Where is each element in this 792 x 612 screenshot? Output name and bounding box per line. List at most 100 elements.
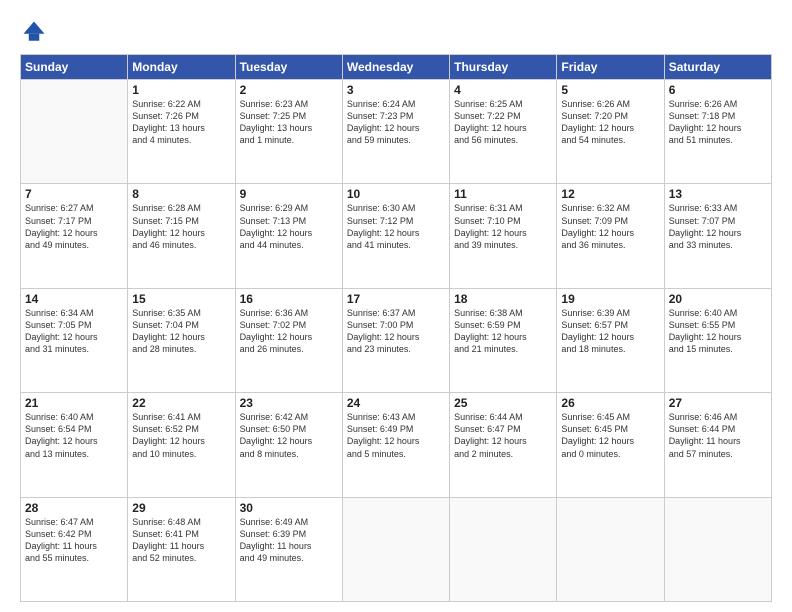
calendar-cell: 9Sunrise: 6:29 AM Sunset: 7:13 PM Daylig…: [235, 184, 342, 288]
day-number: 16: [240, 292, 338, 306]
day-number: 19: [561, 292, 659, 306]
calendar-header: SundayMondayTuesdayWednesdayThursdayFrid…: [21, 55, 772, 80]
calendar-table: SundayMondayTuesdayWednesdayThursdayFrid…: [20, 54, 772, 602]
calendar-cell: [21, 80, 128, 184]
header-row: SundayMondayTuesdayWednesdayThursdayFrid…: [21, 55, 772, 80]
day-info: Sunrise: 6:40 AM Sunset: 6:55 PM Dayligh…: [669, 307, 767, 356]
day-info: Sunrise: 6:34 AM Sunset: 7:05 PM Dayligh…: [25, 307, 123, 356]
day-info: Sunrise: 6:45 AM Sunset: 6:45 PM Dayligh…: [561, 411, 659, 460]
day-info: Sunrise: 6:23 AM Sunset: 7:25 PM Dayligh…: [240, 98, 338, 147]
day-number: 4: [454, 83, 552, 97]
day-info: Sunrise: 6:22 AM Sunset: 7:26 PM Dayligh…: [132, 98, 230, 147]
calendar-cell: 12Sunrise: 6:32 AM Sunset: 7:09 PM Dayli…: [557, 184, 664, 288]
day-info: Sunrise: 6:24 AM Sunset: 7:23 PM Dayligh…: [347, 98, 445, 147]
calendar-cell: 29Sunrise: 6:48 AM Sunset: 6:41 PM Dayli…: [128, 497, 235, 601]
calendar-cell: 3Sunrise: 6:24 AM Sunset: 7:23 PM Daylig…: [342, 80, 449, 184]
calendar-cell: 2Sunrise: 6:23 AM Sunset: 7:25 PM Daylig…: [235, 80, 342, 184]
calendar-cell: 16Sunrise: 6:36 AM Sunset: 7:02 PM Dayli…: [235, 288, 342, 392]
day-number: 25: [454, 396, 552, 410]
calendar-cell: 27Sunrise: 6:46 AM Sunset: 6:44 PM Dayli…: [664, 393, 771, 497]
header: [20, 18, 772, 46]
day-number: 17: [347, 292, 445, 306]
calendar-cell: 28Sunrise: 6:47 AM Sunset: 6:42 PM Dayli…: [21, 497, 128, 601]
day-info: Sunrise: 6:42 AM Sunset: 6:50 PM Dayligh…: [240, 411, 338, 460]
day-info: Sunrise: 6:41 AM Sunset: 6:52 PM Dayligh…: [132, 411, 230, 460]
calendar-cell: 4Sunrise: 6:25 AM Sunset: 7:22 PM Daylig…: [450, 80, 557, 184]
day-number: 2: [240, 83, 338, 97]
day-info: Sunrise: 6:29 AM Sunset: 7:13 PM Dayligh…: [240, 202, 338, 251]
logo-icon: [20, 18, 48, 46]
day-info: Sunrise: 6:25 AM Sunset: 7:22 PM Dayligh…: [454, 98, 552, 147]
day-info: Sunrise: 6:36 AM Sunset: 7:02 PM Dayligh…: [240, 307, 338, 356]
day-number: 21: [25, 396, 123, 410]
day-info: Sunrise: 6:47 AM Sunset: 6:42 PM Dayligh…: [25, 516, 123, 565]
header-day: Saturday: [664, 55, 771, 80]
calendar-cell: 25Sunrise: 6:44 AM Sunset: 6:47 PM Dayli…: [450, 393, 557, 497]
day-number: 23: [240, 396, 338, 410]
page: SundayMondayTuesdayWednesdayThursdayFrid…: [0, 0, 792, 612]
day-info: Sunrise: 6:30 AM Sunset: 7:12 PM Dayligh…: [347, 202, 445, 251]
calendar-cell: 23Sunrise: 6:42 AM Sunset: 6:50 PM Dayli…: [235, 393, 342, 497]
day-number: 9: [240, 187, 338, 201]
calendar-cell: 18Sunrise: 6:38 AM Sunset: 6:59 PM Dayli…: [450, 288, 557, 392]
calendar-cell: 7Sunrise: 6:27 AM Sunset: 7:17 PM Daylig…: [21, 184, 128, 288]
header-day: Tuesday: [235, 55, 342, 80]
day-info: Sunrise: 6:46 AM Sunset: 6:44 PM Dayligh…: [669, 411, 767, 460]
calendar-cell: [664, 497, 771, 601]
day-number: 20: [669, 292, 767, 306]
calendar-cell: 14Sunrise: 6:34 AM Sunset: 7:05 PM Dayli…: [21, 288, 128, 392]
calendar-week: 28Sunrise: 6:47 AM Sunset: 6:42 PM Dayli…: [21, 497, 772, 601]
day-number: 13: [669, 187, 767, 201]
calendar-body: 1Sunrise: 6:22 AM Sunset: 7:26 PM Daylig…: [21, 80, 772, 602]
day-info: Sunrise: 6:39 AM Sunset: 6:57 PM Dayligh…: [561, 307, 659, 356]
calendar-cell: [557, 497, 664, 601]
header-day: Wednesday: [342, 55, 449, 80]
day-info: Sunrise: 6:33 AM Sunset: 7:07 PM Dayligh…: [669, 202, 767, 251]
day-number: 12: [561, 187, 659, 201]
day-number: 22: [132, 396, 230, 410]
calendar-cell: 5Sunrise: 6:26 AM Sunset: 7:20 PM Daylig…: [557, 80, 664, 184]
day-number: 8: [132, 187, 230, 201]
header-day: Sunday: [21, 55, 128, 80]
calendar-cell: 21Sunrise: 6:40 AM Sunset: 6:54 PM Dayli…: [21, 393, 128, 497]
day-info: Sunrise: 6:37 AM Sunset: 7:00 PM Dayligh…: [347, 307, 445, 356]
day-number: 6: [669, 83, 767, 97]
calendar-cell: 11Sunrise: 6:31 AM Sunset: 7:10 PM Dayli…: [450, 184, 557, 288]
day-number: 11: [454, 187, 552, 201]
day-number: 1: [132, 83, 230, 97]
day-info: Sunrise: 6:49 AM Sunset: 6:39 PM Dayligh…: [240, 516, 338, 565]
header-day: Friday: [557, 55, 664, 80]
calendar-cell: 24Sunrise: 6:43 AM Sunset: 6:49 PM Dayli…: [342, 393, 449, 497]
day-info: Sunrise: 6:38 AM Sunset: 6:59 PM Dayligh…: [454, 307, 552, 356]
day-number: 24: [347, 396, 445, 410]
day-number: 28: [25, 501, 123, 515]
calendar-cell: 20Sunrise: 6:40 AM Sunset: 6:55 PM Dayli…: [664, 288, 771, 392]
day-number: 26: [561, 396, 659, 410]
day-info: Sunrise: 6:27 AM Sunset: 7:17 PM Dayligh…: [25, 202, 123, 251]
day-number: 14: [25, 292, 123, 306]
day-number: 5: [561, 83, 659, 97]
calendar-cell: [342, 497, 449, 601]
day-info: Sunrise: 6:28 AM Sunset: 7:15 PM Dayligh…: [132, 202, 230, 251]
day-info: Sunrise: 6:43 AM Sunset: 6:49 PM Dayligh…: [347, 411, 445, 460]
day-info: Sunrise: 6:26 AM Sunset: 7:18 PM Dayligh…: [669, 98, 767, 147]
calendar-week: 21Sunrise: 6:40 AM Sunset: 6:54 PM Dayli…: [21, 393, 772, 497]
calendar-cell: 17Sunrise: 6:37 AM Sunset: 7:00 PM Dayli…: [342, 288, 449, 392]
calendar-cell: 15Sunrise: 6:35 AM Sunset: 7:04 PM Dayli…: [128, 288, 235, 392]
day-info: Sunrise: 6:40 AM Sunset: 6:54 PM Dayligh…: [25, 411, 123, 460]
day-number: 30: [240, 501, 338, 515]
calendar-cell: 26Sunrise: 6:45 AM Sunset: 6:45 PM Dayli…: [557, 393, 664, 497]
day-number: 3: [347, 83, 445, 97]
day-number: 7: [25, 187, 123, 201]
calendar-week: 14Sunrise: 6:34 AM Sunset: 7:05 PM Dayli…: [21, 288, 772, 392]
day-info: Sunrise: 6:32 AM Sunset: 7:09 PM Dayligh…: [561, 202, 659, 251]
header-day: Thursday: [450, 55, 557, 80]
calendar-cell: 8Sunrise: 6:28 AM Sunset: 7:15 PM Daylig…: [128, 184, 235, 288]
day-number: 15: [132, 292, 230, 306]
calendar-cell: 22Sunrise: 6:41 AM Sunset: 6:52 PM Dayli…: [128, 393, 235, 497]
calendar-cell: 6Sunrise: 6:26 AM Sunset: 7:18 PM Daylig…: [664, 80, 771, 184]
calendar-cell: 19Sunrise: 6:39 AM Sunset: 6:57 PM Dayli…: [557, 288, 664, 392]
calendar-cell: 13Sunrise: 6:33 AM Sunset: 7:07 PM Dayli…: [664, 184, 771, 288]
calendar-week: 7Sunrise: 6:27 AM Sunset: 7:17 PM Daylig…: [21, 184, 772, 288]
calendar-cell: 30Sunrise: 6:49 AM Sunset: 6:39 PM Dayli…: [235, 497, 342, 601]
